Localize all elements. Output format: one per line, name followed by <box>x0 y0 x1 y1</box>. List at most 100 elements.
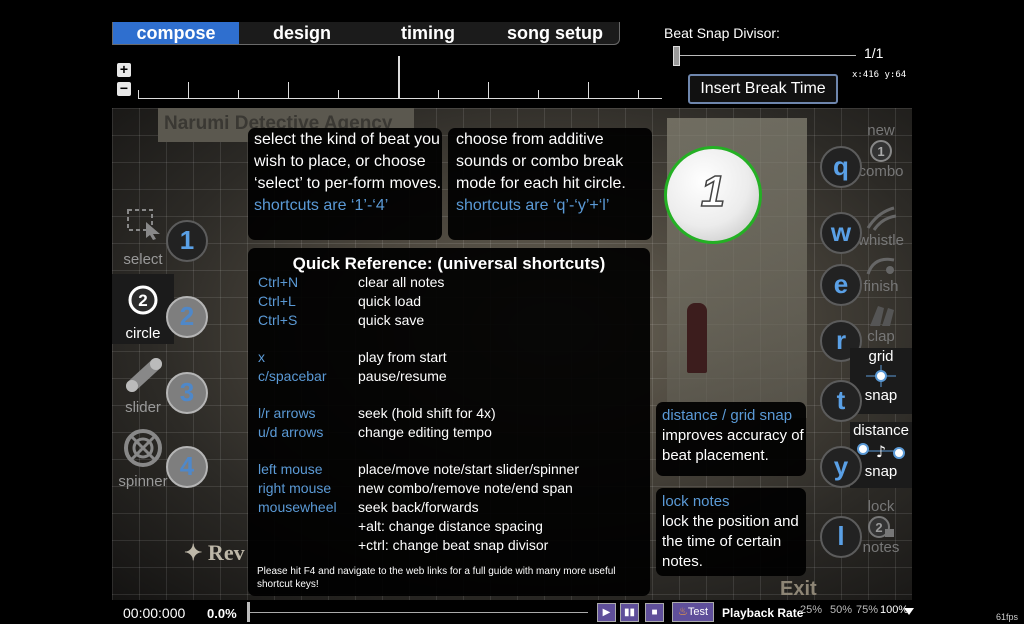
tool-select[interactable]: select <box>112 200 174 270</box>
shortcut-action: +ctrl: change beat snap divisor <box>358 537 549 553</box>
help-snap-title: distance / grid snap <box>662 407 793 424</box>
shortcut-action: pause/resume <box>358 368 447 384</box>
tool-slider-hotkey: 3 <box>166 372 208 414</box>
timeline-tick <box>338 90 339 98</box>
playback-rate-50[interactable]: 50% <box>830 604 852 616</box>
playback-rate-75[interactable]: 75% <box>856 604 878 616</box>
tool-distance-snap[interactable]: distance ♪ snap <box>850 422 912 488</box>
tool-spinner-hotkey: 4 <box>166 446 208 488</box>
timeline-playhead[interactable] <box>398 56 400 98</box>
shortcut-key: Ctrl+N <box>258 274 299 290</box>
help-hit-sounds-shortcut: shortcuts are ‘q’-‘y’+‘l’ <box>456 197 610 214</box>
tool-slider[interactable]: slider <box>112 348 174 418</box>
shortcut-key: u/d arrows <box>258 424 324 440</box>
playback-rate-25[interactable]: 25% <box>800 604 822 616</box>
shortcut-action: quick save <box>358 312 425 328</box>
whistle-icon <box>866 206 897 231</box>
tab-timing[interactable]: timing <box>365 22 491 44</box>
tab-design[interactable]: design <box>239 22 365 44</box>
background-text-exit: Exit <box>780 578 817 600</box>
help-lock-text: lock the position and the time of certai… <box>662 513 799 570</box>
timeline-tick <box>138 90 139 98</box>
tool-lock-notes-top: lock <box>867 498 895 515</box>
shortcut-action: place/move note/start slider/spinner <box>358 461 579 477</box>
editor-tab-bar: compose design timing song setup <box>112 22 620 45</box>
shortcut-action: quick load <box>358 293 422 309</box>
timeline-tick <box>438 90 439 98</box>
timeline-tick <box>188 82 189 98</box>
tool-grid-snap-top: grid <box>868 348 894 365</box>
zoom-out-button[interactable]: − <box>117 81 131 96</box>
tool-select-label: select <box>123 251 163 268</box>
circle-icon: 2 <box>128 285 158 315</box>
svg-text:1: 1 <box>877 144 884 159</box>
grid-snap-icon <box>866 365 896 387</box>
background-text-rev: ✦ Rev <box>184 540 245 565</box>
tool-select-hotkey: 1 <box>166 220 208 262</box>
stop-button[interactable]: ■ <box>645 603 664 622</box>
tool-spinner[interactable]: spinner <box>112 422 174 492</box>
new-combo-icon: 1 <box>870 140 892 162</box>
timeline-tick <box>538 90 539 98</box>
shortcut-action: new combo/remove note/end span <box>358 480 573 496</box>
timeline-tick <box>638 90 639 98</box>
fps-counter: 61fps <box>996 612 1019 622</box>
tab-compose[interactable]: compose <box>113 22 239 44</box>
hit-circle-cursor[interactable]: 1 <box>664 146 762 244</box>
help-beat-types-shortcut: shortcuts are ‘1’-‘4’ <box>254 197 389 214</box>
tool-new-combo-hotkey: q <box>820 146 862 188</box>
tool-circle-label: circle <box>125 325 161 342</box>
distance-snap-icon: ♪ <box>857 442 905 461</box>
tool-distance-snap-top: distance <box>853 422 909 439</box>
shortcut-key: mousewheel <box>258 499 337 515</box>
svg-text:2: 2 <box>875 520 882 535</box>
shortcut-action: seek back/forwards <box>358 499 479 515</box>
shortcut-action: change editing tempo <box>358 424 492 440</box>
tool-slider-label: slider <box>125 399 161 416</box>
tool-spinner-label: spinner <box>118 473 168 490</box>
shortcut-action: play from start <box>358 349 447 365</box>
spinner-icon <box>124 429 162 467</box>
tool-circle[interactable]: 2 circle <box>112 274 174 344</box>
song-progress-track[interactable] <box>248 612 588 613</box>
play-button[interactable]: ▶ <box>597 603 616 622</box>
test-label: Test <box>687 606 709 618</box>
beat-snap-slider-handle[interactable] <box>673 46 680 66</box>
shortcut-action: seek (hold shift for 4x) <box>358 405 496 421</box>
timeline-tick <box>238 90 239 98</box>
shortcut-action: clear all notes <box>358 274 445 290</box>
finish-icon <box>866 257 895 275</box>
shortcut-key: l/r arrows <box>258 405 316 421</box>
beat-snap-value: 1/1 <box>864 45 884 61</box>
shortcut-key: left mouse <box>258 461 323 477</box>
test-button[interactable]: ♨Test <box>672 602 714 622</box>
timeline-tick <box>588 82 589 98</box>
quick-reference-panel: Quick Reference: (universal shortcuts) C… <box>248 248 650 596</box>
help-snap: distance / grid snap improves accuracy o… <box>656 402 806 476</box>
zoom-in-button[interactable]: + <box>117 62 131 77</box>
playback-rate-label: Playback Rate <box>722 606 804 620</box>
beat-snap-slider-track[interactable] <box>676 55 856 56</box>
shortcut-key: Ctrl+S <box>258 312 298 328</box>
pause-button[interactable]: ▮▮ <box>620 603 639 622</box>
quick-reference-footer: Please hit F4 and navigate to the web li… <box>257 566 616 590</box>
shortcut-key: right mouse <box>258 480 332 496</box>
shortcut-key: Ctrl+L <box>258 293 296 309</box>
timeline-tick <box>288 82 289 98</box>
hit-circle-number: 1 <box>700 166 726 217</box>
help-hit-sounds: choose from additive sounds or combo bre… <box>448 128 652 240</box>
test-icon: ♨ <box>677 606 688 618</box>
tab-song-setup[interactable]: song setup <box>491 22 619 44</box>
quick-reference-title: Quick Reference: (universal shortcuts) <box>292 254 606 273</box>
tool-grid-snap-hotkey: t <box>820 380 862 422</box>
song-progress-handle[interactable] <box>247 602 250 622</box>
insert-break-time-button[interactable]: Insert Break Time <box>688 74 838 104</box>
tool-lock-notes-hotkey: l <box>820 516 862 558</box>
select-icon <box>127 209 160 240</box>
background-figure <box>687 303 707 373</box>
shortcut-key: x <box>258 349 265 365</box>
cursor-coordinates: x:416 y:64 <box>852 70 907 80</box>
help-hit-sounds-text: choose from additive sounds or combo bre… <box>456 131 626 192</box>
help-lock-title: lock notes <box>662 493 730 510</box>
shortcut-key: c/spacebar <box>258 368 327 384</box>
